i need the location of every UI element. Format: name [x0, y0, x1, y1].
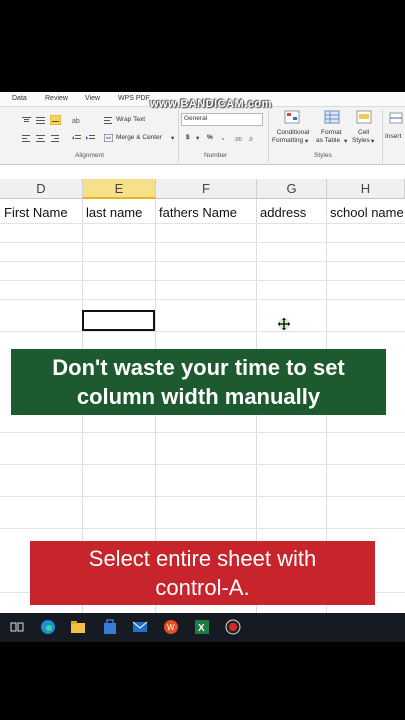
cell-styles-line1[interactable]: Cell — [358, 129, 369, 136]
align-middle-icon[interactable] — [36, 116, 45, 124]
taskbar: W X — [0, 613, 405, 642]
bandicam-watermark: www.BANDICAM.com — [150, 98, 272, 110]
comma-button[interactable]: , — [222, 134, 224, 141]
column-header-f[interactable]: F — [156, 179, 257, 199]
group-styles-label: Styles — [314, 152, 332, 159]
grid-line — [0, 299, 405, 300]
conditional-formatting-line2[interactable]: Formatting — [272, 137, 303, 144]
svg-text:.00: .00 — [234, 137, 242, 142]
format-as-table-dropdown-icon[interactable]: ▾ — [344, 137, 347, 145]
format-as-table-icon[interactable] — [324, 110, 340, 124]
number-format-select[interactable]: General — [181, 113, 263, 126]
number-format-value: General — [184, 115, 208, 122]
grid-line — [0, 432, 405, 433]
insert-button[interactable]: Insert — [385, 133, 401, 140]
currency-button[interactable]: $ — [186, 134, 190, 141]
format-as-table-line2[interactable]: as Table — [316, 137, 340, 144]
column-header-h[interactable]: H — [327, 179, 405, 199]
caption-bottom: Select entire sheet with control-A. — [30, 541, 375, 605]
ribbon: Data Review View WPS PDF www.BANDICAM.co… — [0, 92, 405, 165]
column-header-d[interactable]: D — [0, 179, 83, 199]
orientation-icon[interactable]: ab — [72, 116, 81, 124]
screen: Data Review View WPS PDF www.BANDICAM.co… — [0, 92, 405, 642]
align-center-icon[interactable] — [36, 134, 45, 142]
grid-line — [0, 331, 405, 332]
cell-e1[interactable]: last name — [86, 202, 155, 224]
grid-line — [0, 528, 405, 529]
cell-styles-line2[interactable]: Styles — [352, 137, 370, 144]
file-explorer-icon[interactable] — [70, 619, 86, 635]
align-right-icon[interactable] — [50, 134, 59, 142]
svg-text:W: W — [167, 623, 175, 632]
merge-dropdown-icon[interactable]: ▾ — [171, 134, 174, 142]
grid-line — [0, 242, 405, 243]
move-cursor-icon — [278, 318, 290, 330]
caption-top-line2: column width manually — [76, 384, 321, 409]
insert-cells-icon[interactable] — [389, 112, 403, 124]
increase-decimal-icon[interactable]: .00 — [234, 134, 246, 142]
conditional-formatting-line1[interactable]: Conditional — [273, 129, 313, 136]
column-header-g[interactable]: G — [257, 179, 327, 199]
tab-wps-pdf[interactable]: WPS PDF — [118, 95, 150, 102]
column-header-e[interactable]: E — [83, 179, 156, 199]
cell-f1[interactable]: fathers Name — [159, 202, 256, 224]
conditional-formatting-dropdown-icon[interactable]: ▾ — [305, 137, 308, 145]
svg-text:ab: ab — [72, 118, 80, 124]
svg-text:X: X — [198, 623, 205, 634]
cell-g1[interactable]: address — [260, 202, 326, 224]
caption-top: Don't waste your time to set column widt… — [11, 349, 386, 415]
mail-icon[interactable] — [132, 619, 148, 635]
grid-line — [0, 280, 405, 281]
ribbon-separator — [178, 110, 179, 162]
excel-icon[interactable]: X — [194, 619, 210, 635]
increase-indent-icon[interactable] — [86, 134, 95, 142]
group-number-label: Number — [204, 152, 228, 159]
align-left-icon[interactable] — [22, 134, 31, 142]
svg-text:.0: .0 — [248, 137, 253, 142]
store-icon[interactable] — [102, 619, 118, 635]
currency-dropdown-icon[interactable]: ▾ — [196, 134, 199, 142]
ribbon-separator — [268, 110, 269, 162]
tab-data[interactable]: Data — [12, 95, 27, 102]
caption-top-line1: Don't waste your time to set — [52, 355, 345, 380]
conditional-formatting-icon[interactable] — [284, 110, 300, 124]
decrease-decimal-icon[interactable]: .0 — [248, 134, 260, 142]
ribbon-separator — [382, 110, 383, 162]
align-top-icon[interactable] — [22, 116, 31, 124]
merge-center-icon[interactable] — [104, 134, 113, 142]
cell-h1[interactable]: school name — [330, 202, 405, 224]
tab-review[interactable]: Review — [45, 95, 68, 102]
wps-icon[interactable]: W — [163, 619, 179, 635]
wrap-text-button[interactable]: Wrap Text — [116, 116, 145, 123]
grid-line — [0, 464, 405, 465]
decrease-indent-icon[interactable] — [72, 134, 81, 142]
active-cell-selection[interactable] — [82, 310, 155, 331]
align-bottom-icon[interactable] — [50, 115, 61, 125]
grid-line — [0, 496, 405, 497]
tab-view[interactable]: View — [85, 95, 100, 102]
cell-d1[interactable]: First Name — [4, 202, 82, 224]
caption-bottom-line2: control-A. — [155, 575, 250, 600]
percent-button[interactable]: % — [207, 134, 213, 141]
cell-styles-icon[interactable] — [356, 110, 372, 124]
edge-icon[interactable] — [40, 619, 56, 635]
task-view-icon[interactable] — [9, 619, 25, 635]
format-as-table-line1[interactable]: Format — [321, 129, 342, 136]
record-icon[interactable] — [225, 619, 241, 635]
cell-styles-dropdown-icon[interactable]: ▾ — [371, 137, 374, 145]
wrap-text-icon[interactable] — [104, 116, 113, 124]
caption-bottom-line1: Select entire sheet with — [88, 546, 317, 571]
grid-line — [0, 261, 405, 262]
group-alignment-label: Alignment — [75, 152, 104, 159]
merge-center-button[interactable]: Merge & Center — [116, 134, 162, 141]
